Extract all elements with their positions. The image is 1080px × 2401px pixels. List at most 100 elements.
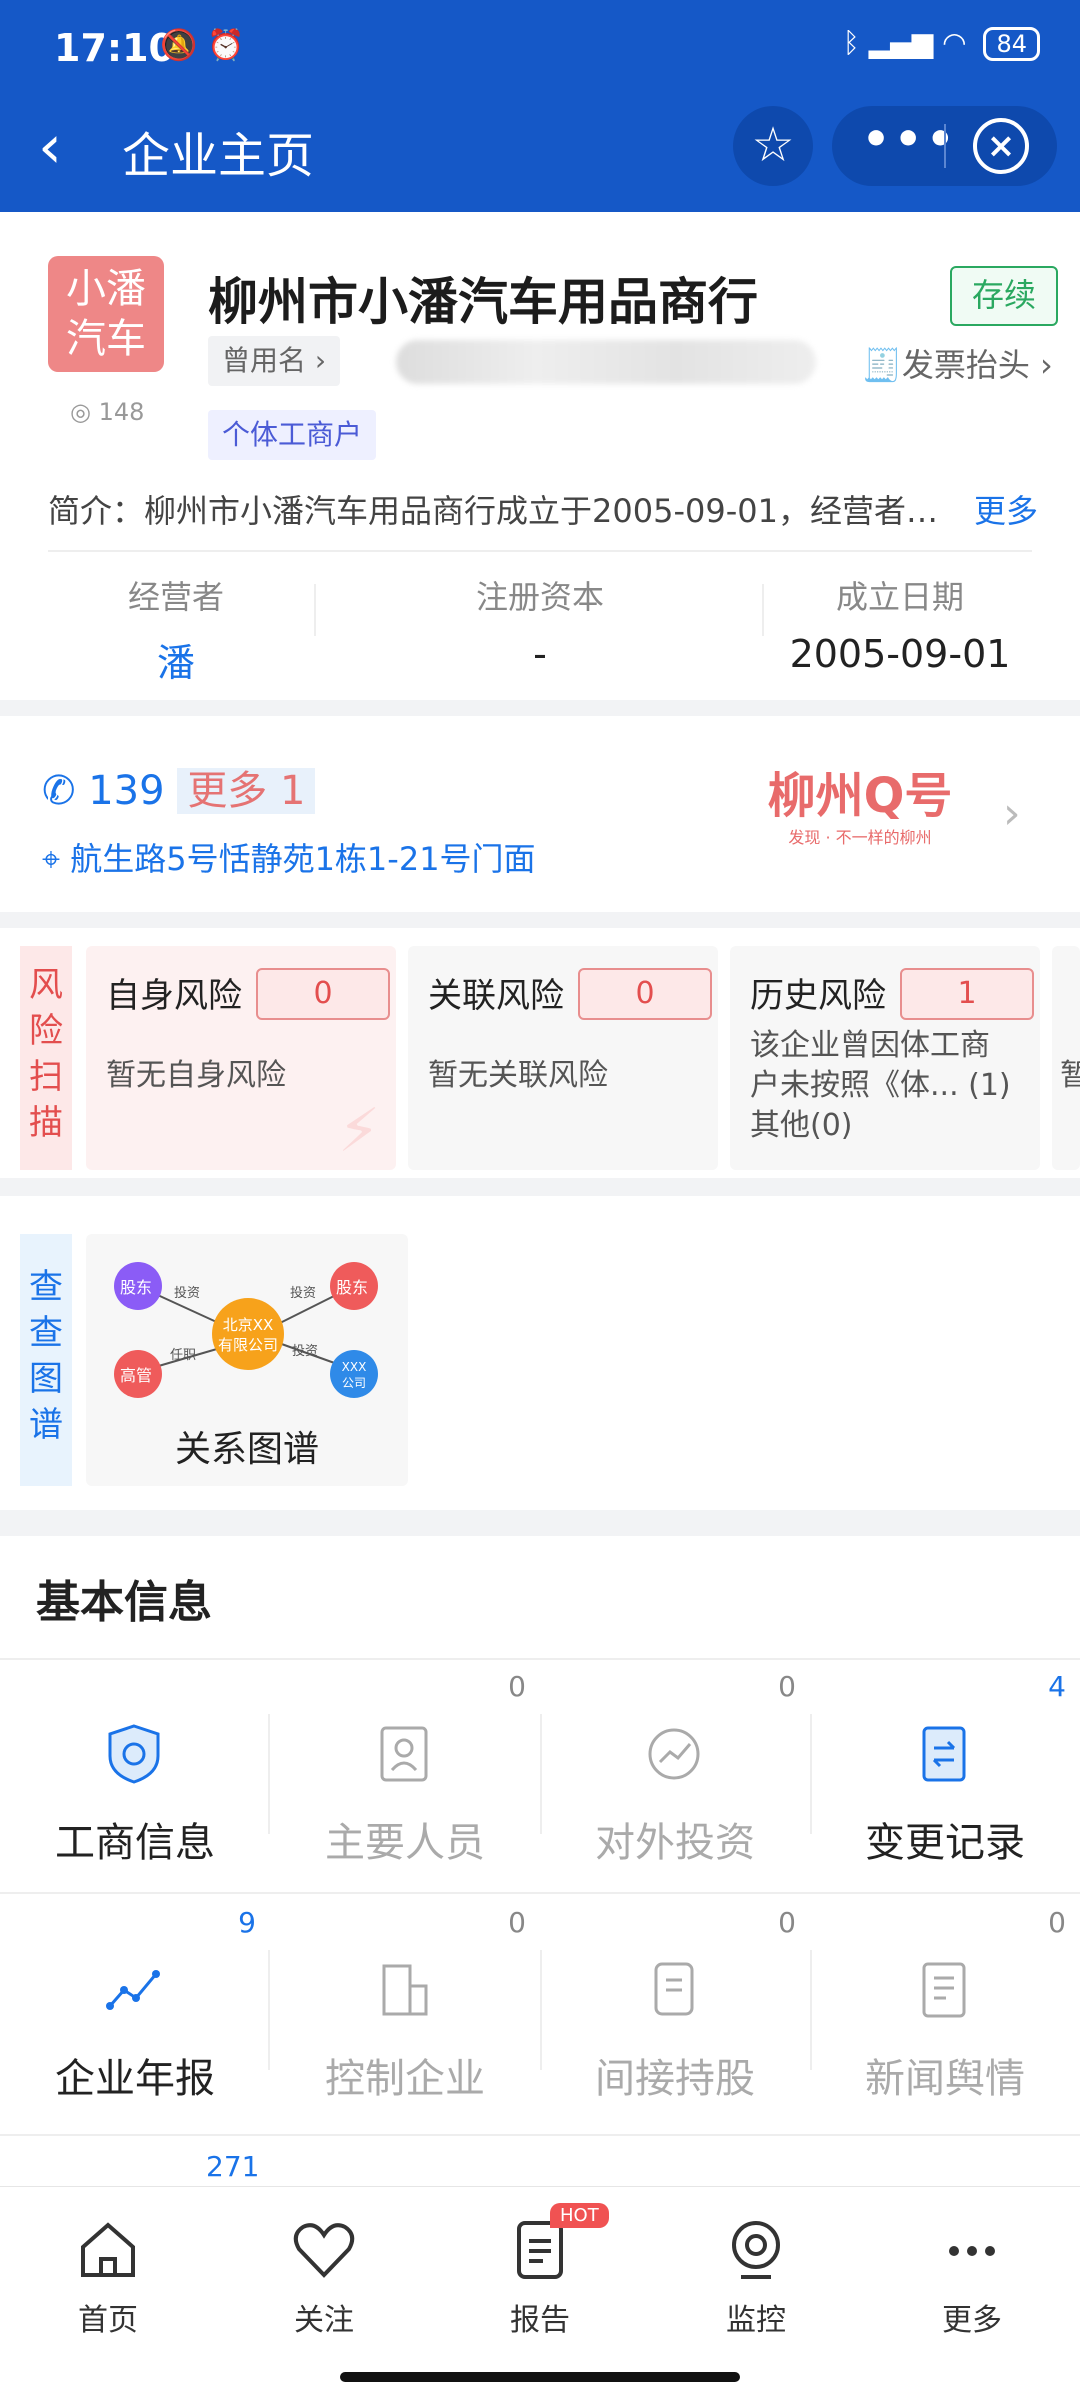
graph-node-label: 股东 xyxy=(336,1278,369,1297)
tab-label: 报告 xyxy=(510,2303,570,2338)
risk-label-char: 扫 xyxy=(29,1057,63,1097)
risk-desc-line: 其他(0) xyxy=(750,1108,853,1143)
graph-edge-label: 投资 xyxy=(292,1344,319,1359)
company-logo: 小潘 汽车 xyxy=(48,256,164,372)
address-row[interactable]: ⌖ 航生路5号恬静苑1栋1-21号门面 xyxy=(42,834,536,880)
change-records-item[interactable]: 4 变更记录 xyxy=(810,1660,1080,1890)
graph-label-char: 查 xyxy=(29,1313,63,1353)
divider xyxy=(0,2134,1080,2136)
company-name: 柳州市小潘汽车用品商行 xyxy=(208,273,758,331)
graph-label-char: 谱 xyxy=(29,1405,63,1445)
annual-report-item[interactable]: 9 企业年报 xyxy=(0,1896,270,2126)
status-time: 17:10 xyxy=(54,26,175,70)
intro-text: 柳州市小潘汽车用品商行成立于2005-09-01，经营者为潘某某，经营范围为汽车… xyxy=(144,492,965,530)
company-type-tag: 个体工商户 xyxy=(208,410,377,460)
nav-bar: ‹ 企业主页 ☆ ••• × xyxy=(0,80,1080,212)
basic-item-label: 间接持股 xyxy=(595,2056,755,2102)
phone-more[interactable]: 更多 1 xyxy=(177,768,316,814)
graph-node-label: 股东 xyxy=(120,1278,153,1297)
stat-established-date: 成立日期 2005-09-01 xyxy=(750,572,1050,676)
risk-label-char: 描 xyxy=(29,1103,63,1143)
graph-label-char: 图 xyxy=(29,1359,63,1399)
risk-title: 自身风险 xyxy=(106,976,242,1016)
self-risk-card[interactable]: 自身风险 0 暂无自身风险 ⚡ xyxy=(86,946,396,1170)
tab-follow[interactable]: 关注 xyxy=(216,2215,432,2339)
basic-info-title: 基本信息 xyxy=(36,1577,212,1628)
battery-icon: 84 xyxy=(983,27,1040,61)
history-risk-card[interactable]: 历史风险 1 该企业曾因体工商 户未按照《体... (1) 其他(0) xyxy=(730,946,1040,1170)
graph-section: 查 查 图 谱 股东 股东 高管 XXX公司 北京XX 有限公司 投资 投资 任… xyxy=(0,1196,1080,1510)
basic-item-count: 0 xyxy=(508,1906,526,1939)
close-icon[interactable]: × xyxy=(973,118,1029,174)
wifi-icon: ◠ xyxy=(942,26,967,59)
location-pin-icon: ⌖ xyxy=(42,840,71,878)
former-name-button[interactable]: 曾用名 › xyxy=(208,336,341,386)
eye-icon: ◎ xyxy=(70,398,99,426)
camera-icon xyxy=(732,2221,780,2279)
home-indicator[interactable] xyxy=(340,2372,740,2382)
status-badge: 存续 xyxy=(950,266,1058,326)
back-icon[interactable]: ‹ xyxy=(38,112,62,182)
chevron-right-icon[interactable]: › xyxy=(1003,788,1021,839)
more-dots-icon xyxy=(949,2246,995,2256)
logo-text-2: 汽车 xyxy=(66,316,146,362)
basic-item-label: 变更记录 xyxy=(865,1820,1025,1866)
risk-scan-label: 风 险 扫 描 xyxy=(20,946,72,1170)
risk-label-char: 险 xyxy=(29,1011,63,1051)
address-text: 航生路5号恬静苑1栋1-21号门面 xyxy=(70,840,536,878)
tab-monitor[interactable]: 监控 xyxy=(648,2215,864,2339)
status-icons: 🔕⏰ xyxy=(160,28,255,63)
promo-title: 柳州Q号 xyxy=(767,768,953,824)
news-icon xyxy=(922,1962,966,2018)
related-risk-card[interactable]: 关联风险 0 暂无关联风险 xyxy=(408,946,718,1170)
risk-title: 历史风险 xyxy=(750,976,886,1016)
blurred-former-name xyxy=(396,340,816,384)
divider xyxy=(48,550,1032,552)
business-info-item[interactable]: 工商信息 xyxy=(0,1660,270,1890)
phone-number: 139 xyxy=(88,768,165,814)
intro-label: 简介： xyxy=(48,492,145,530)
stat-label: 成立日期 xyxy=(835,578,964,616)
indirect-holdings-item[interactable]: 0 间接持股 xyxy=(540,1896,810,2126)
hot-badge: HOT xyxy=(550,2203,609,2228)
promo-logo[interactable]: 柳州Q号 发现 · 不一样的柳州 xyxy=(760,756,960,848)
view-count-value: 148 xyxy=(98,398,145,426)
controlled-companies-item[interactable]: 0 控制企业 xyxy=(270,1896,540,2126)
page-title: 企业主页 xyxy=(122,128,315,184)
bluetooth-icon: ᛒ xyxy=(842,26,860,59)
invoice-title-link[interactable]: 🧾发票抬头 › xyxy=(862,340,1053,386)
business-shield-icon xyxy=(108,1724,160,1784)
partial-risk-card[interactable]: 暂 xyxy=(1052,946,1080,1170)
stat-operator[interactable]: 经营者 潘 xyxy=(26,572,326,687)
bottom-tab-bar: 首页 关注 HOT 报告 监控 更多 xyxy=(0,2186,1080,2401)
risk-count: 0 xyxy=(256,968,390,1020)
signal-icon: ▂▄▆ xyxy=(868,26,934,59)
invoice-label: 发票抬头 › xyxy=(901,346,1053,384)
graph-node-label: 北京XX xyxy=(222,1316,274,1334)
risk-desc: 暂无关联风险 xyxy=(428,1058,608,1093)
tab-label: 首页 xyxy=(78,2303,138,2338)
relationship-graph-card[interactable]: 股东 股东 高管 XXX公司 北京XX 有限公司 投资 投资 任职 投资 关系图… xyxy=(86,1234,408,1486)
intro-more-link[interactable]: 更多 xyxy=(974,486,1038,532)
tab-home[interactable]: 首页 xyxy=(0,2215,216,2339)
graph-side-label: 查 查 图 谱 xyxy=(20,1234,72,1486)
person-card-icon xyxy=(380,1726,428,1782)
tab-more[interactable]: 更多 xyxy=(864,2215,1080,2339)
capsule-divider xyxy=(944,124,946,168)
tab-label: 关注 xyxy=(294,2303,354,2338)
company-intro: 简介：柳州市小潘汽车用品商行成立于2005-09-01，经营者为潘某某，经营范围… xyxy=(48,486,1038,532)
star-icon[interactable]: ☆ xyxy=(733,106,813,186)
graph-label-char: 查 xyxy=(29,1267,63,1307)
graph-node-label: 高管 xyxy=(120,1366,153,1385)
phone-row[interactable]: ✆ 139 更多 1 xyxy=(42,758,316,816)
divider xyxy=(314,584,316,636)
change-record-icon xyxy=(922,1726,966,1782)
graph-edge-label: 投资 xyxy=(290,1286,317,1301)
basic-item-label: 企业年报 xyxy=(55,2056,215,2102)
risk-desc: 暂 xyxy=(1060,1058,1080,1093)
mini-program-capsule: ••• × xyxy=(832,106,1057,186)
tab-report[interactable]: HOT 报告 xyxy=(432,2203,648,2339)
key-personnel-item[interactable]: 0 主要人员 xyxy=(270,1660,540,1890)
news-sentiment-item[interactable]: 0 新闻舆情 xyxy=(810,1896,1080,2126)
external-investment-item[interactable]: 0 对外投资 xyxy=(540,1660,810,1890)
